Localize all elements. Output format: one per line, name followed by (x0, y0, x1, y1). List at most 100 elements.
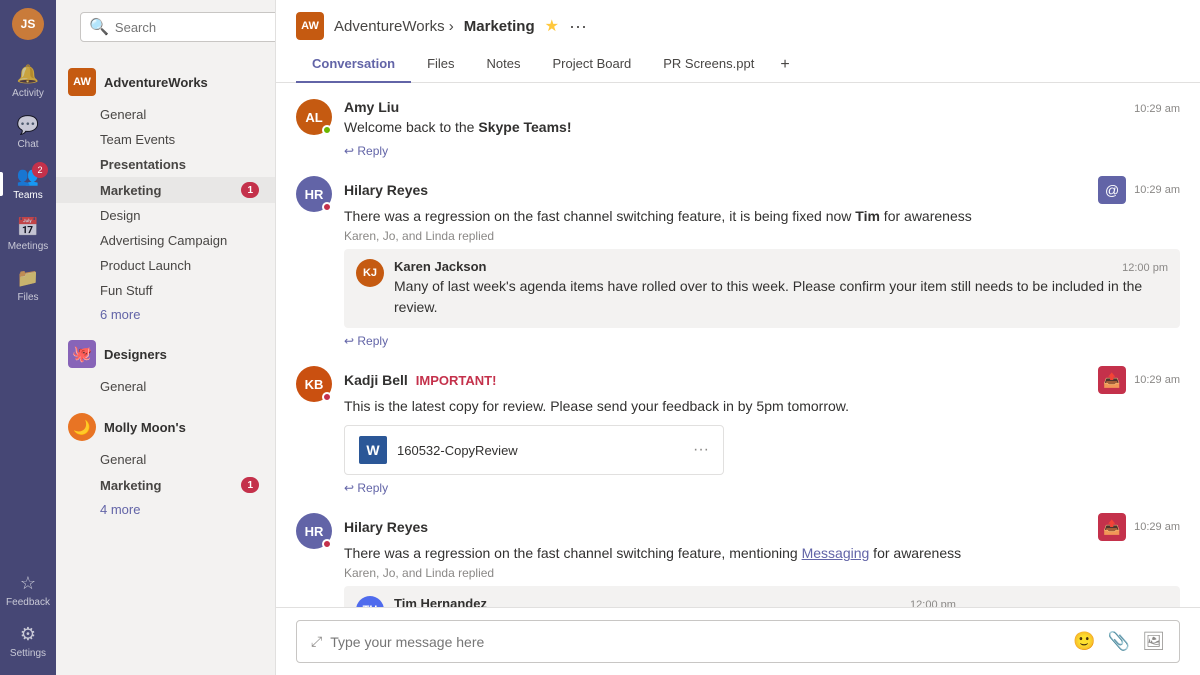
emoji-icon[interactable]: 🙂 (1073, 631, 1095, 652)
nested-content: Karen Jackson 12:00 pm Many of last week… (394, 259, 1168, 318)
team-header-designers[interactable]: 🐙 Designers (56, 334, 275, 374)
reply-button[interactable]: ↩ Reply (344, 479, 1180, 497)
molly-more-link[interactable]: 4 more (56, 498, 275, 521)
rail-item-chat[interactable]: 💬 Chat (0, 107, 56, 158)
team-name-adventureworks: AdventureWorks (104, 75, 208, 90)
activity-icon: 🔔 (17, 64, 39, 85)
rail-label-teams: Teams (13, 190, 42, 201)
tab-project-board[interactable]: Project Board (537, 48, 648, 83)
message-input[interactable] (330, 634, 1065, 650)
channel-name-marketing: Marketing (100, 183, 161, 198)
sidebar: 🔍 ✏ AW AdventureWorks General Team Event… (56, 0, 276, 675)
sidebar-item-marketing-aw[interactable]: Marketing 1 (56, 177, 275, 203)
team-name-molly: Molly Moon's (104, 420, 186, 435)
attachment-more-icon[interactable]: ··· (693, 441, 709, 459)
rail-label-feedback: Feedback (6, 597, 50, 608)
share-badge: 📤 (1098, 366, 1126, 394)
sidebar-item-product-launch[interactable]: Product Launch (56, 253, 275, 278)
nested-time: 12:00 pm (910, 599, 956, 607)
replied-by-text: Karen, Jo, and Linda replied (344, 566, 1180, 580)
add-tab-button[interactable]: + (770, 48, 799, 82)
reply-button[interactable]: ↩ Reply (344, 142, 1180, 160)
main-content: AW AdventureWorks › Marketing ★ ··· Conv… (276, 0, 1200, 675)
channel-name-presentations: Presentations (100, 157, 186, 172)
nested-message: TH Tim Hernandez 12:00 pm Can you tag me… (344, 586, 1180, 607)
rail-label-chat: Chat (17, 139, 38, 150)
sidebar-item-general-aw[interactable]: General (56, 102, 275, 127)
more-options-icon[interactable]: ··· (569, 16, 587, 37)
nested-time: 12:00 pm (1122, 262, 1168, 274)
sidebar-item-design[interactable]: Design (56, 203, 275, 228)
sidebar-item-general-designers[interactable]: General (56, 374, 275, 399)
compose-box: ⤢ 🙂 📎 🖼 (296, 620, 1180, 663)
sidebar-item-fun-stuff[interactable]: Fun Stuff (56, 278, 275, 303)
mention-badge: @ (1098, 176, 1126, 204)
teams-badge: 2 (32, 162, 48, 178)
aw-more-link[interactable]: 6 more (56, 303, 275, 326)
message-content: Amy Liu 10:29 am Welcome back to the Sky… (344, 99, 1180, 160)
rail-label-activity: Activity (12, 88, 44, 99)
favorite-star-icon[interactable]: ★ (545, 16, 559, 36)
sidebar-item-marketing-molly[interactable]: Marketing 1 (56, 472, 275, 498)
nested-content: Tim Hernandez 12:00 pm Can you tag me on… (394, 596, 956, 607)
tab-conversation[interactable]: Conversation (296, 48, 411, 83)
settings-icon: ⚙ (20, 624, 36, 645)
message-text: Welcome back to the Skype Teams! (344, 117, 1180, 138)
search-icon: 🔍 (89, 17, 109, 37)
rail-item-teams[interactable]: 👥 Teams 2 (0, 158, 56, 209)
feedback-icon: ☆ (20, 573, 36, 594)
word-icon: W (359, 436, 387, 464)
attachment-name: 160532-CopyReview (397, 443, 518, 458)
rail-item-files[interactable]: 📁 Files (0, 260, 56, 311)
sidebar-item-presentations[interactable]: Presentations (56, 152, 275, 177)
molly-marketing-badge: 1 (241, 477, 259, 493)
avatar: HR (296, 176, 332, 212)
chat-icon: 💬 (17, 115, 39, 136)
channel-name-advertising: Advertising Campaign (100, 233, 227, 248)
nested-message: KJ Karen Jackson 12:00 pm Many of last w… (344, 249, 1180, 328)
busy-status-dot (322, 202, 332, 212)
rail-item-meetings[interactable]: 📅 Meetings (0, 209, 56, 260)
team-header-molly[interactable]: 🌙 Molly Moon's (56, 407, 275, 447)
avatar: KB (296, 366, 332, 402)
nested-author: Tim Hernandez (394, 596, 487, 607)
avatar: HR (296, 513, 332, 549)
search-input[interactable] (115, 20, 276, 35)
channel-name-design: Design (100, 208, 140, 223)
sidebar-item-advertising[interactable]: Advertising Campaign (56, 228, 275, 253)
team-header-adventureworks[interactable]: AW AdventureWorks (56, 62, 275, 102)
sidebar-item-team-events[interactable]: Team Events (56, 127, 275, 152)
channel-name-marketing-molly: Marketing (100, 478, 161, 493)
message-text: There was a regression on the fast chann… (344, 206, 1180, 227)
message-group: HR Hilary Reyes @ 10:29 am There was a r… (296, 176, 1180, 350)
rail-item-settings[interactable]: ⚙ Settings (6, 616, 50, 667)
message-time: 10:29 am (1134, 521, 1180, 533)
nested-text: Many of last week's agenda items have ro… (394, 276, 1168, 318)
team-group-designers: 🐙 Designers General (56, 330, 275, 403)
channel-name-team-events: Team Events (100, 132, 175, 147)
reply-button[interactable]: ↩ Reply (344, 332, 1180, 350)
message-group: HR Hilary Reyes 📤 10:29 am There was a r… (296, 513, 1180, 607)
expand-compose-icon[interactable]: ⤢ (311, 633, 322, 650)
busy-status-dot (322, 539, 332, 549)
sidebar-item-general-molly[interactable]: General (56, 447, 275, 472)
team-avatar-adventureworks: AW (68, 68, 96, 96)
search-box[interactable]: 🔍 ✏ (80, 12, 276, 42)
attachment-icon[interactable]: 📎 (1108, 631, 1130, 652)
attachment-card[interactable]: W 160532-CopyReview ··· (344, 425, 724, 475)
message-text: There was a regression on the fast chann… (344, 543, 1180, 564)
channel-name-fun-stuff: Fun Stuff (100, 283, 153, 298)
rail-item-feedback[interactable]: ☆ Feedback (6, 565, 50, 616)
message-time: 10:29 am (1134, 374, 1180, 386)
tab-files[interactable]: Files (411, 48, 470, 83)
team-avatar-designers: 🐙 (68, 340, 96, 368)
user-avatar[interactable]: JS (12, 8, 44, 40)
team-group-adventureworks: AW AdventureWorks General Team Events Pr… (56, 58, 275, 330)
nested-avatar: TH (356, 596, 384, 607)
giphy-icon[interactable]: 🖼 (1142, 631, 1165, 652)
tab-notes[interactable]: Notes (471, 48, 537, 83)
busy-status-dot (322, 392, 332, 402)
rail-label-settings: Settings (10, 648, 46, 659)
tab-pr-screens[interactable]: PR Screens.ppt (647, 48, 770, 83)
rail-item-activity[interactable]: 🔔 Activity (0, 56, 56, 107)
